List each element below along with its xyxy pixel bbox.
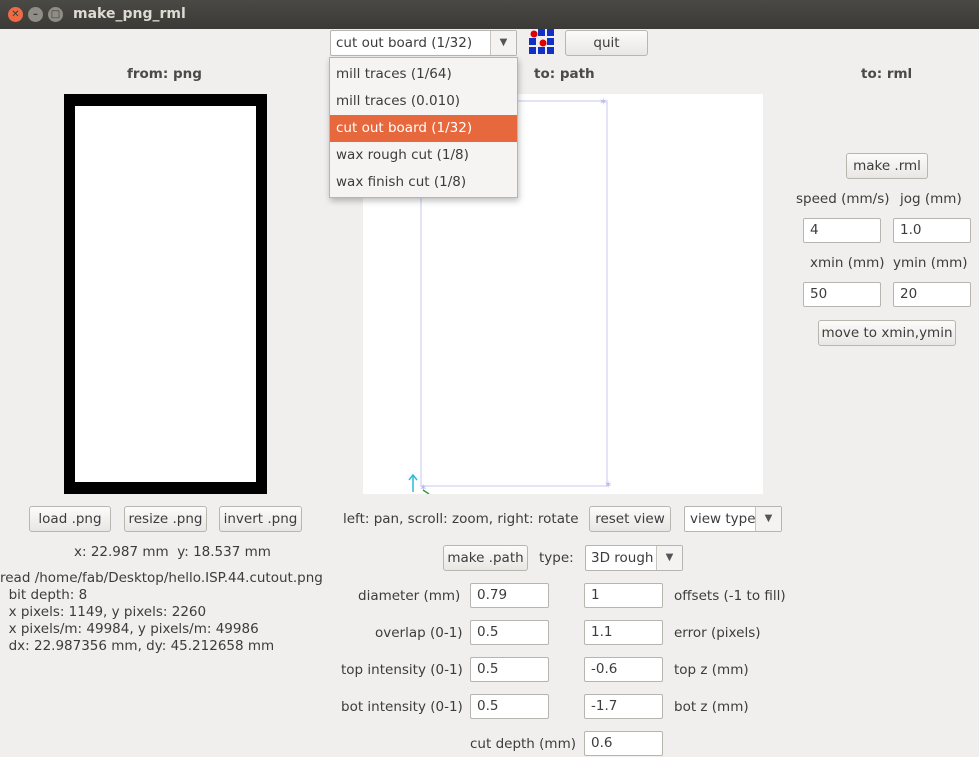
menu-item-mill-traces-0-010[interactable]: mill traces (0.010)	[330, 88, 517, 115]
menu-item-cut-out-board[interactable]: cut out board (1/32)	[330, 115, 517, 142]
diameter-input[interactable]: 0.79	[470, 583, 549, 608]
bot-intensity-input[interactable]: 0.5	[470, 694, 549, 719]
svg-text:✶: ✶	[599, 97, 607, 108]
maximize-window-icon[interactable]: □	[48, 7, 63, 22]
path-type-select[interactable]: 3D rough ▼	[585, 545, 683, 571]
png-info-text: read /home/fab/Desktop/hello.ISP.44.cuto…	[0, 570, 323, 655]
from-png-header: from: png	[127, 66, 202, 82]
logo-cell	[538, 29, 545, 36]
bot-z-input[interactable]: -1.7	[584, 694, 663, 719]
offsets-label: offsets (-1 to fill)	[674, 588, 786, 604]
minimize-window-icon[interactable]: –	[28, 7, 43, 22]
bot-z-label: bot z (mm)	[674, 699, 749, 715]
png-info-line: dx: 22.987356 mm, dy: 45.212658 mm	[0, 638, 275, 654]
window-title: make_png_rml	[73, 6, 186, 22]
chevron-down-icon: ▼	[656, 546, 682, 570]
logo-cell	[530, 30, 538, 38]
chevron-down-icon: ▼	[490, 31, 516, 55]
offsets-input[interactable]: 1	[584, 583, 663, 608]
overlap-input[interactable]: 0.5	[470, 620, 549, 645]
png-info-line: x pixels: 1149, y pixels: 2260	[0, 604, 207, 620]
xmin-input[interactable]: 50	[803, 282, 881, 307]
chevron-down-icon: ▼	[755, 507, 781, 531]
view-controls-hint: left: pan, scroll: zoom, right: rotate	[343, 511, 579, 527]
grid-logo-icon	[529, 29, 554, 54]
xmin-label: xmin (mm)	[810, 255, 885, 271]
overlap-label: overlap (0-1)	[375, 625, 463, 641]
png-info-line: read /home/fab/Desktop/hello.ISP.44.cuto…	[0, 570, 323, 586]
top-z-input[interactable]: -0.6	[584, 657, 663, 682]
top-intensity-label: top intensity (0-1)	[341, 662, 463, 678]
logo-cell	[547, 29, 554, 36]
cursor-coordinates: x: 22.987 mm y: 18.537 mm	[74, 544, 271, 560]
logo-cell	[547, 47, 554, 54]
quit-button[interactable]: quit	[565, 30, 648, 56]
menu-item-wax-finish-cut[interactable]: wax finish cut (1/8)	[330, 169, 517, 196]
png-info-line: bit depth: 8	[0, 587, 88, 603]
cut-depth-input[interactable]: 0.6	[584, 731, 663, 756]
diameter-label: diameter (mm)	[358, 588, 461, 604]
top-intensity-input[interactable]: 0.5	[470, 657, 549, 682]
bot-intensity-label: bot intensity (0-1)	[341, 699, 463, 715]
view-type-value: view type	[690, 511, 756, 527]
make-path-button[interactable]: make .path	[443, 545, 528, 571]
ymin-input[interactable]: 20	[893, 282, 971, 307]
error-input[interactable]: 1.1	[584, 620, 663, 645]
error-label: error (pixels)	[674, 625, 761, 641]
invert-png-button[interactable]: invert .png	[219, 506, 302, 532]
png-info-line: x pixels/m: 49984, y pixels/m: 49986	[0, 621, 259, 637]
menu-item-wax-rough-cut[interactable]: wax rough cut (1/8)	[330, 142, 517, 169]
speed-input[interactable]: 4	[803, 218, 881, 243]
logo-cell	[529, 47, 536, 54]
logo-cell	[538, 47, 545, 54]
png-preview	[64, 94, 267, 494]
menu-item-mill-traces-1-64[interactable]: mill traces (1/64)	[330, 61, 517, 88]
resize-png-button[interactable]: resize .png	[124, 506, 207, 532]
jog-input[interactable]: 1.0	[893, 218, 971, 243]
jog-label: jog (mm)	[900, 191, 962, 207]
view-type-select[interactable]: view type ▼	[684, 506, 782, 532]
logo-cell	[547, 38, 554, 45]
svg-text:✶: ✶	[604, 480, 612, 491]
ymin-label: ymin (mm)	[893, 255, 968, 271]
make-rml-button[interactable]: make .rml	[846, 153, 928, 179]
close-window-icon[interactable]: ✕	[8, 7, 23, 22]
to-path-header: to: path	[534, 66, 595, 82]
to-rml-header: to: rml	[861, 66, 913, 82]
top-z-label: top z (mm)	[674, 662, 749, 678]
type-label: type:	[539, 550, 574, 566]
logo-cell	[539, 39, 547, 47]
speed-label: speed (mm/s)	[796, 191, 890, 207]
path-type-value: 3D rough	[591, 550, 654, 566]
png-preview-white-area	[75, 106, 256, 482]
process-dropdown-menu: mill traces (1/64) mill traces (0.010) c…	[329, 57, 518, 198]
load-png-button[interactable]: load .png	[29, 506, 111, 532]
move-to-xmin-ymin-button[interactable]: move to xmin,ymin	[818, 320, 956, 346]
reset-view-button[interactable]: reset view	[589, 506, 671, 532]
cut-depth-label: cut depth (mm)	[470, 736, 576, 752]
logo-cell	[529, 38, 536, 45]
title-bar: ✕ – □ make_png_rml	[0, 0, 979, 29]
process-select-value: cut out board (1/32)	[336, 35, 473, 51]
process-select[interactable]: cut out board (1/32) ▼	[330, 30, 517, 56]
